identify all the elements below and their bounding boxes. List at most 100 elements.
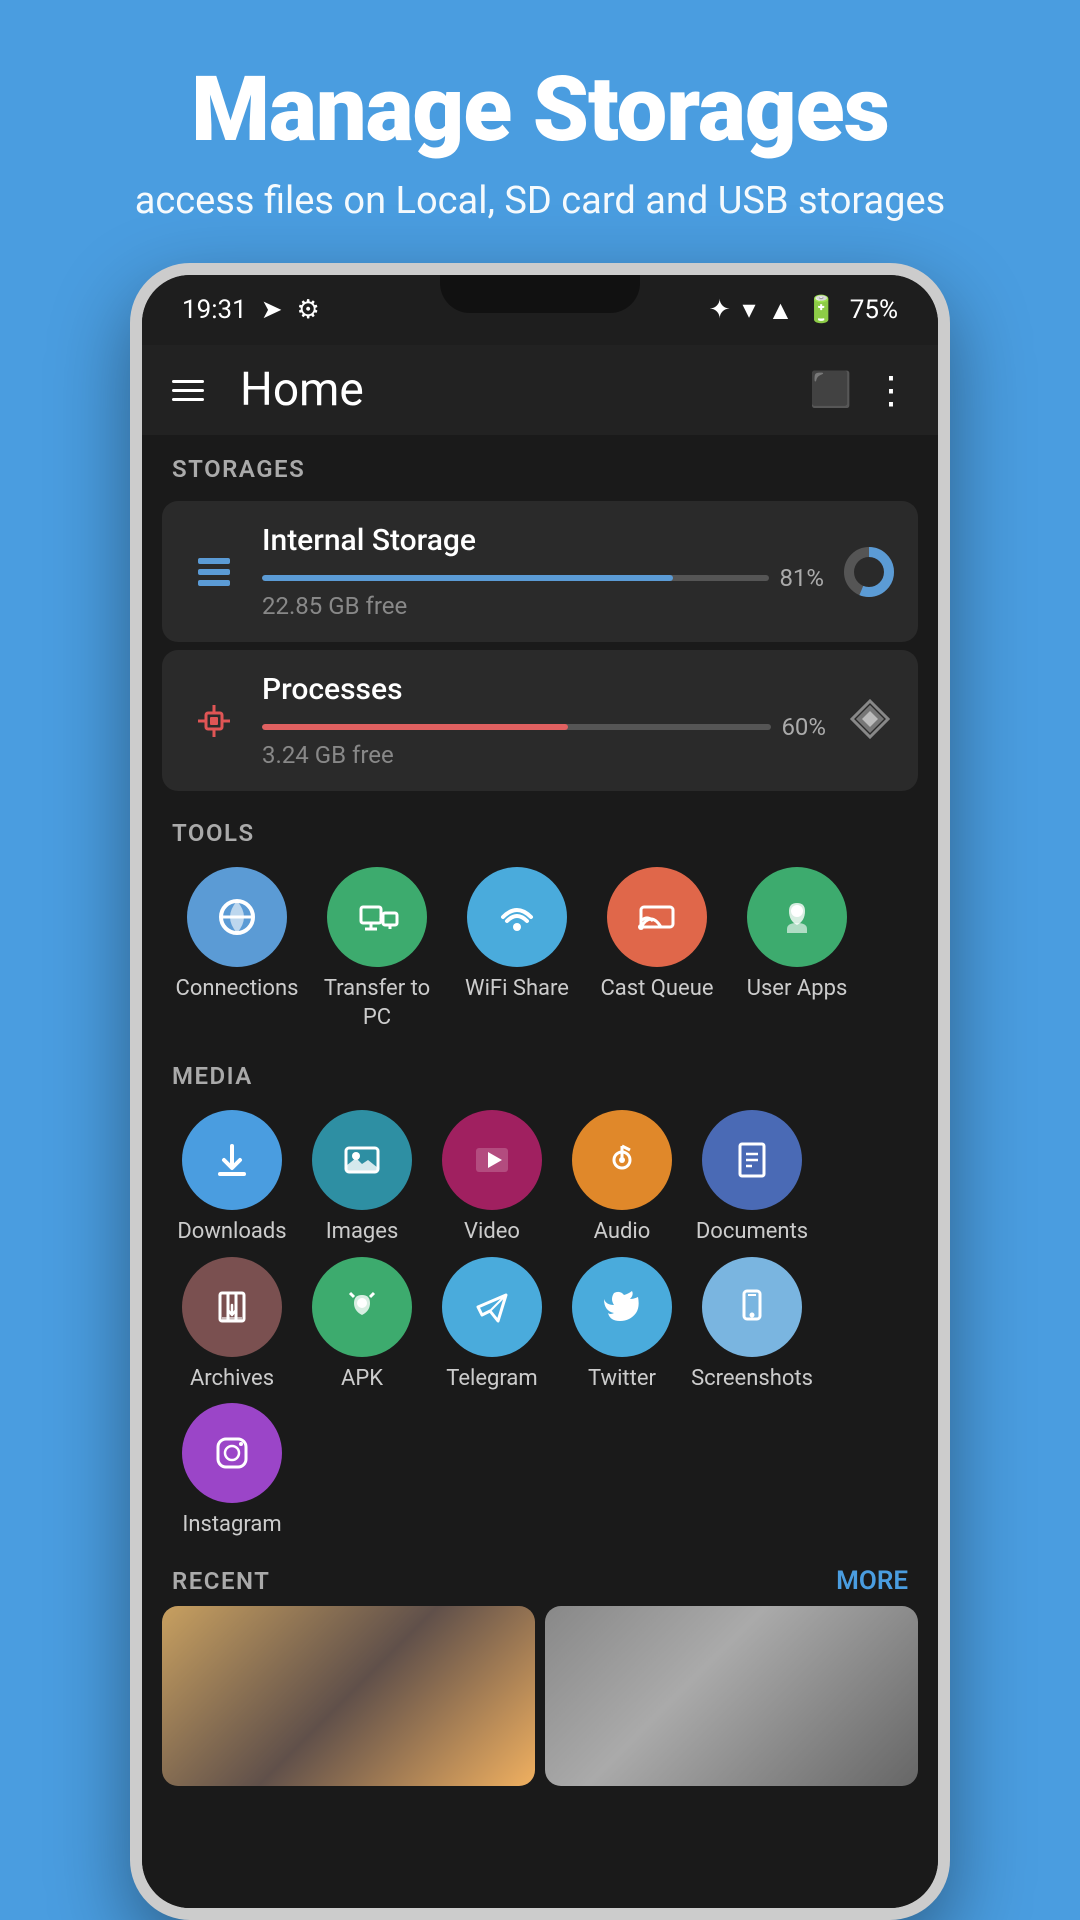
battery-percent: 75% — [850, 295, 898, 325]
menu-button[interactable] — [172, 380, 204, 401]
connections-label: Connections — [176, 975, 299, 1004]
twitter-icon — [572, 1257, 672, 1357]
tool-user-apps[interactable]: User Apps — [732, 867, 862, 1032]
media-screenshots[interactable]: Screenshots — [692, 1257, 812, 1394]
overflow-menu-button[interactable]: ⋮ — [872, 368, 908, 413]
tool-transfer[interactable]: Transfer to PC — [312, 867, 442, 1032]
location-icon: ➤ — [261, 295, 283, 325]
status-left: 19:31 ➤ ⚙ — [182, 295, 320, 325]
recent-header: RECENT MORE — [142, 1550, 938, 1606]
apk-label: APK — [341, 1365, 383, 1394]
media-audio[interactable]: Audio — [562, 1110, 682, 1247]
screenshots-label: Screenshots — [691, 1365, 813, 1394]
wifi-share-icon — [467, 867, 567, 967]
images-label: Images — [326, 1218, 399, 1247]
media-video[interactable]: Video — [432, 1110, 552, 1247]
telegram-icon — [442, 1257, 542, 1357]
cast-button[interactable]: ⬛ — [810, 370, 852, 410]
internal-storage-chart — [844, 547, 894, 597]
transfer-label: Transfer to PC — [312, 975, 442, 1032]
recent-thumb-2[interactable] — [545, 1606, 918, 1786]
tools-grid: Connections Transfer to PC — [142, 857, 938, 1042]
internal-storage-card[interactable]: Internal Storage 81% 22.85 GB free — [162, 501, 918, 642]
user-apps-label: User Apps — [747, 975, 848, 1004]
downloads-label: Downloads — [177, 1218, 286, 1247]
processes-chart — [846, 695, 894, 747]
downloads-icon — [182, 1110, 282, 1210]
page-title: Manage Storages — [135, 60, 946, 159]
internal-storage-progress-fill — [262, 575, 673, 581]
app-bar-actions: ⬛ ⋮ — [810, 368, 908, 413]
signal-icon: ▲ — [768, 295, 794, 326]
screenshots-icon — [702, 1257, 802, 1357]
video-icon — [442, 1110, 542, 1210]
media-instagram[interactable]: Instagram — [172, 1403, 292, 1540]
internal-storage-percent: 81% — [779, 564, 824, 592]
internal-storage-progress-row: 81% — [262, 564, 824, 592]
media-section-label: MEDIA — [142, 1042, 938, 1100]
archives-icon — [182, 1257, 282, 1357]
internal-storage-progress-bg — [262, 575, 769, 581]
phone-notch — [440, 275, 640, 313]
battery-icon: 🔋 — [805, 295, 837, 325]
tool-wifi-share[interactable]: WiFi Share — [452, 867, 582, 1032]
archives-label: Archives — [190, 1365, 274, 1394]
wifi-icon: ▾ — [743, 295, 756, 325]
media-grid: Downloads Images Video Audio — [142, 1100, 938, 1550]
telegram-label: Telegram — [446, 1365, 537, 1394]
processes-name: Processes — [262, 672, 826, 707]
media-twitter[interactable]: Twitter — [562, 1257, 682, 1394]
media-apk[interactable]: APK — [302, 1257, 422, 1394]
internal-storage-name: Internal Storage — [262, 523, 824, 558]
documents-label: Documents — [696, 1218, 808, 1247]
main-content: STORAGES Internal Storage 81% 22.85 GB — [142, 435, 938, 1908]
processes-info: Processes 60% 3.24 GB free — [262, 672, 826, 769]
status-right: ✦ ▾ ▲ 🔋 75% — [709, 295, 898, 326]
instagram-label: Instagram — [182, 1511, 281, 1540]
tool-connections[interactable]: Connections — [172, 867, 302, 1032]
status-time: 19:31 — [182, 295, 247, 325]
recent-images-row — [142, 1606, 938, 1786]
twitter-label: Twitter — [588, 1365, 656, 1394]
app-bar-title: Home — [240, 363, 790, 417]
transfer-icon — [327, 867, 427, 967]
settings-icon: ⚙ — [297, 295, 320, 325]
recent-more-button[interactable]: MORE — [836, 1566, 908, 1596]
internal-storage-free: 22.85 GB free — [262, 592, 824, 620]
phone-frame: 19:31 ➤ ⚙ ✦ ▾ ▲ 🔋 75% Home ⬛ ⋮ STORAGES — [130, 263, 950, 1920]
cast-queue-label: Cast Queue — [600, 975, 713, 1004]
processes-progress-row: 60% — [262, 713, 826, 741]
recent-section-label: RECENT — [172, 1567, 270, 1595]
connections-icon — [187, 867, 287, 967]
storages-section-label: STORAGES — [142, 435, 938, 493]
internal-storage-info: Internal Storage 81% 22.85 GB free — [262, 523, 824, 620]
instagram-icon — [182, 1403, 282, 1503]
processes-percent: 60% — [781, 713, 826, 741]
page-subtitle: access files on Local, SD card and USB s… — [135, 179, 946, 223]
media-archives[interactable]: Archives — [172, 1257, 292, 1394]
images-icon — [312, 1110, 412, 1210]
audio-label: Audio — [594, 1218, 651, 1247]
internal-storage-icon — [186, 544, 242, 600]
processes-card[interactable]: Processes 60% 3.24 GB free — [162, 650, 918, 791]
media-images[interactable]: Images — [302, 1110, 422, 1247]
video-label: Video — [464, 1218, 520, 1247]
media-downloads[interactable]: Downloads — [172, 1110, 292, 1247]
documents-icon — [702, 1110, 802, 1210]
recent-thumb-1[interactable] — [162, 1606, 535, 1786]
audio-icon — [572, 1110, 672, 1210]
processes-free: 3.24 GB free — [262, 741, 826, 769]
tool-cast-queue[interactable]: Cast Queue — [592, 867, 722, 1032]
processes-progress-fill — [262, 724, 568, 730]
apk-icon — [312, 1257, 412, 1357]
page-header: Manage Storages access files on Local, S… — [55, 0, 1026, 263]
processes-icon — [186, 693, 242, 749]
wifi-share-label: WiFi Share — [465, 975, 569, 1004]
bluetooth-icon: ✦ — [709, 295, 731, 325]
processes-progress-bg — [262, 724, 771, 730]
app-bar: Home ⬛ ⋮ — [142, 345, 938, 435]
media-documents[interactable]: Documents — [692, 1110, 812, 1247]
tools-section-label: TOOLS — [142, 799, 938, 857]
media-telegram[interactable]: Telegram — [432, 1257, 552, 1394]
cast-queue-icon — [607, 867, 707, 967]
